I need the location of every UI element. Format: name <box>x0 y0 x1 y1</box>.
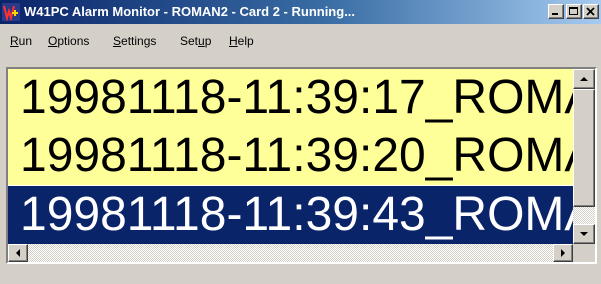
alarm-text: 19981118-11:39:20_ROMAN2 <box>20 129 573 182</box>
menu-setup-pre: Set <box>180 34 199 48</box>
title-bar[interactable]: W41PC Alarm Monitor - ROMAN2 - Card 2 - … <box>0 0 601 24</box>
scrollbar-corner <box>573 244 595 262</box>
menu-bar: Run Options Settings Setup Help <box>0 30 601 52</box>
alarm-row-selected[interactable]: 19981118-11:39:43_ROMAN2 <box>8 186 573 244</box>
menu-setup-label: p <box>204 34 212 48</box>
alarm-row[interactable]: 19981118-11:39:17_ROMAN2 <box>8 69 573 127</box>
alarm-monitor-window: W41PC Alarm Monitor - ROMAN2 - Card 2 - … <box>0 0 601 284</box>
menu-options-accel: O <box>48 34 58 48</box>
close-button[interactable] <box>583 4 599 19</box>
menu-setup[interactable]: Setup <box>180 34 211 48</box>
menu-settings[interactable]: Settings <box>113 34 156 48</box>
menu-options-label: ptions <box>57 34 90 48</box>
minimize-button[interactable] <box>548 4 564 19</box>
window-title: W41PC Alarm Monitor - ROMAN2 - Card 2 - … <box>24 4 356 19</box>
alarm-text: 19981118-11:39:43_ROMAN2 <box>20 188 573 241</box>
horizontal-scrollbar[interactable] <box>8 244 573 262</box>
alarm-text: 19981118-11:39:17_ROMAN2 <box>20 71 573 124</box>
menu-settings-accel: S <box>113 34 122 48</box>
scroll-up-button[interactable] <box>573 69 595 89</box>
w41pc-app-icon <box>2 3 20 21</box>
arrow-down-icon <box>580 232 588 236</box>
maximize-icon <box>569 7 578 15</box>
scroll-down-button[interactable] <box>573 224 595 244</box>
menu-run[interactable]: Run <box>10 34 32 48</box>
menu-help-label: elp <box>237 34 254 48</box>
vertical-scrollbar[interactable] <box>573 69 595 244</box>
alarm-list-viewport: 19981118-11:39:17_ROMAN2 19981118-11:39:… <box>8 69 573 244</box>
scroll-right-button[interactable] <box>553 244 573 262</box>
menu-help-accel: H <box>229 34 238 48</box>
maximize-button[interactable] <box>566 4 582 19</box>
scroll-left-button[interactable] <box>8 244 28 262</box>
menu-settings-label: ettings <box>121 34 157 48</box>
menu-setup-accel: u <box>198 34 205 48</box>
vertical-scroll-thumb[interactable] <box>573 89 595 207</box>
menu-help[interactable]: Help <box>229 34 254 48</box>
menu-run-accel: R <box>10 34 19 48</box>
close-icon <box>586 7 595 16</box>
alarm-row[interactable]: 19981118-11:39:20_ROMAN2 <box>8 127 573 185</box>
alarm-list[interactable]: 19981118-11:39:17_ROMAN2 19981118-11:39:… <box>6 67 597 264</box>
arrow-up-icon <box>580 77 588 81</box>
arrow-right-icon <box>561 249 565 257</box>
menu-run-label: un <box>18 34 33 48</box>
menu-options[interactable]: Options <box>48 34 89 48</box>
arrow-left-icon <box>16 249 20 257</box>
minimize-icon <box>552 13 558 15</box>
